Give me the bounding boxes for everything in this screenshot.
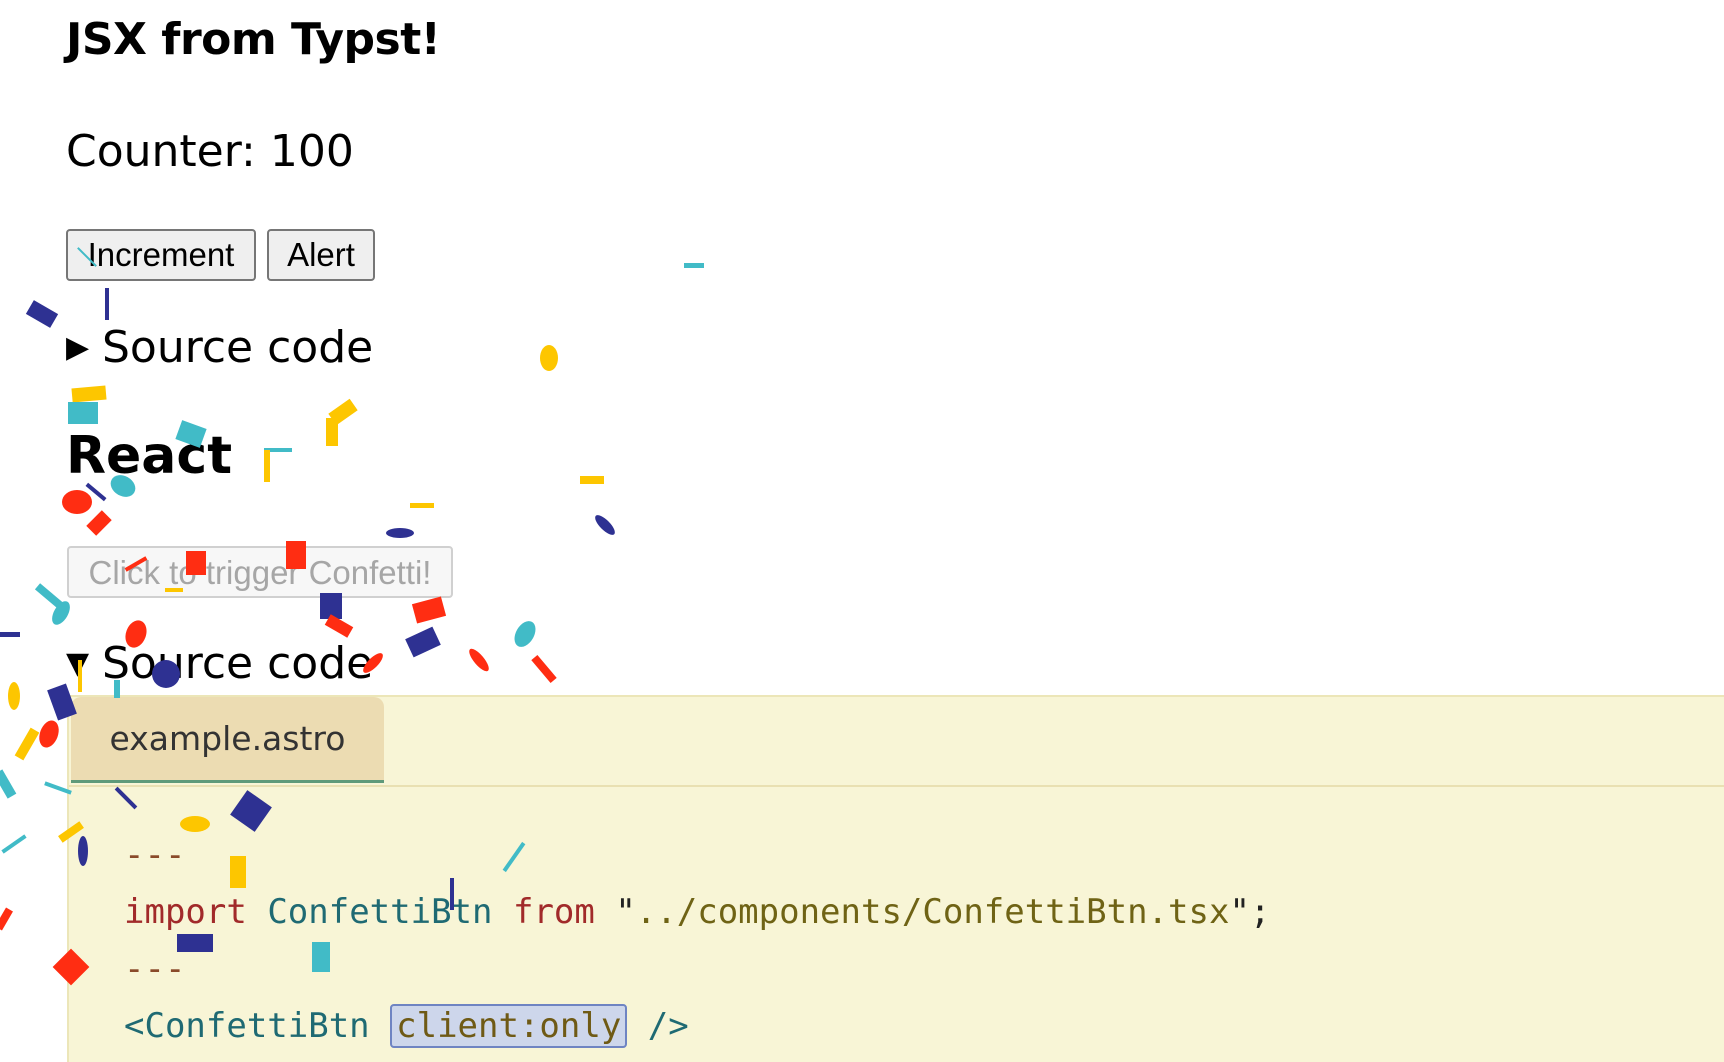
code-line: --- (124, 827, 1270, 884)
confetti-piece (328, 398, 358, 426)
code-token: "; (1229, 892, 1271, 932)
code-line: <ConfettiBtn client:only /> (124, 998, 1270, 1055)
code-token: import (124, 892, 247, 932)
confetti-button[interactable]: Click to trigger Confetti! (67, 546, 453, 598)
confetti-piece (0, 632, 20, 637)
tab-bar: example.astro (69, 697, 1724, 787)
disclosure-closed-icon: ▶ (66, 330, 90, 365)
confetti-piece (34, 583, 64, 609)
source-code-toggle-collapsed[interactable]: ▶ Source code (66, 322, 373, 373)
confetti-piece (1, 834, 27, 854)
confetti-piece (540, 345, 558, 371)
confetti-piece (264, 448, 292, 452)
source-code-toggle-expanded[interactable]: ▼ Source code (66, 638, 373, 689)
code-line: --- (124, 941, 1270, 998)
source-code-label: Source code (102, 638, 374, 689)
confetti-piece (68, 402, 98, 424)
code-token: /> (647, 1006, 689, 1046)
code-token: ConfettiBtn (267, 892, 493, 932)
code-token: --- (124, 835, 186, 875)
tab-example-astro[interactable]: example.astro (71, 697, 384, 783)
code-line: import ConfettiBtn from "../components/C… (124, 884, 1270, 941)
confetti-piece (14, 727, 40, 761)
confetti-piece (326, 418, 338, 446)
confetti-piece (386, 528, 414, 538)
code-token: from (512, 892, 595, 932)
confetti-piece (324, 614, 354, 638)
source-code-label: Source code (102, 322, 374, 373)
alert-button[interactable]: Alert (267, 229, 375, 281)
confetti-piece (466, 646, 492, 674)
confetti-piece (105, 288, 109, 320)
confetti-piece (48, 598, 74, 628)
code-attribute-highlight: client:only (390, 1004, 628, 1048)
increment-button[interactable]: Increment (66, 229, 256, 281)
code-block: --- import ConfettiBtn from "../component… (124, 827, 1270, 1055)
confetti-piece (25, 300, 59, 328)
confetti-piece (62, 490, 92, 514)
confetti-piece (410, 503, 434, 508)
confetti-piece (8, 682, 20, 710)
page: JSX from Typst! Counter: 100 Increment A… (0, 0, 1724, 1062)
confetti-piece (684, 263, 704, 268)
confetti-piece (405, 626, 441, 658)
confetti-piece (411, 596, 447, 624)
code-token: --- (124, 949, 186, 989)
code-panel: example.astro --- import ConfettiBtn from… (67, 695, 1724, 1062)
disclosure-open-icon: ▼ (66, 646, 90, 681)
confetti-piece (531, 654, 557, 684)
code-token: " (594, 892, 636, 932)
react-heading: React (66, 426, 233, 486)
code-token: ../components/ConfettiBtn.tsx (635, 892, 1230, 932)
confetti-piece (592, 512, 618, 538)
page-title: JSX from Typst! (66, 14, 441, 65)
confetti-piece (510, 617, 540, 651)
counter-text: Counter: 100 (66, 126, 354, 177)
confetti-piece (0, 769, 17, 799)
confetti-piece (264, 450, 270, 482)
confetti-piece (35, 717, 63, 751)
confetti-piece (580, 476, 604, 484)
code-token: <ConfettiBtn (124, 1006, 370, 1046)
confetti-piece (71, 385, 107, 403)
confetti-piece (86, 510, 112, 536)
confetti-piece (0, 907, 13, 931)
